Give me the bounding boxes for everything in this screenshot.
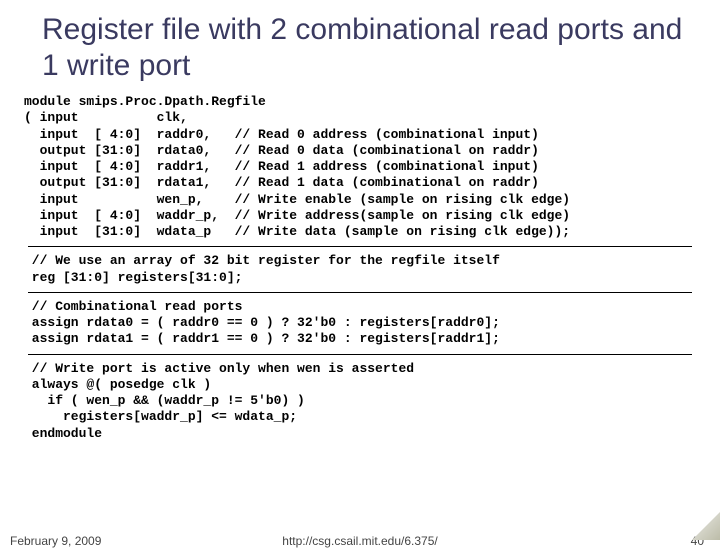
code-block-module-decl: module smips.Proc.Dpath.Regfile ( input … (24, 94, 692, 240)
divider (28, 354, 692, 355)
code-block-reg-array: // We use an array of 32 bit register fo… (24, 253, 692, 286)
page-curl-icon (692, 512, 720, 540)
divider (28, 292, 692, 293)
footer-url: http://csg.csail.mit.edu/6.375/ (282, 534, 437, 548)
slide-title: Register file with 2 combinational read … (42, 12, 692, 84)
code-block-write-port: // Write port is active only when wen is… (24, 361, 692, 442)
code-block-read-ports: // Combinational read ports assign rdata… (24, 299, 692, 348)
slide: Register file with 2 combinational read … (0, 0, 720, 540)
divider (28, 246, 692, 247)
footer-date: February 9, 2009 (10, 534, 101, 548)
